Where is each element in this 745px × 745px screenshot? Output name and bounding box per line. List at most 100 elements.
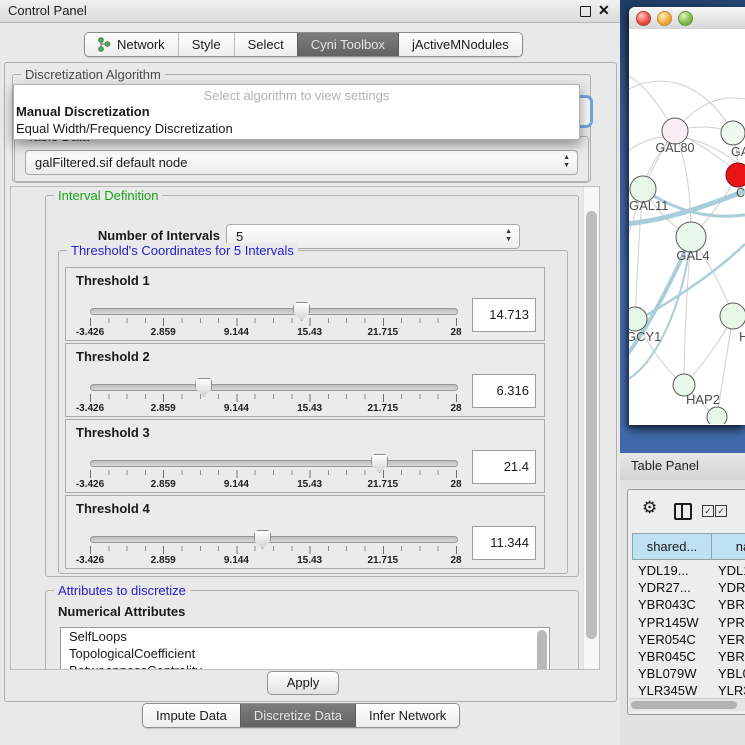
threshold-2-slider[interactable]: -3.4262.859 9.14415.43 21.71528 <box>90 380 456 414</box>
tab-impute-data[interactable]: Impute Data <box>143 704 240 727</box>
list-item[interactable]: BetweennessCentrality <box>61 662 549 670</box>
tab-discretize-data[interactable]: Discretize Data <box>240 704 355 727</box>
tab-style-label: Style <box>192 33 221 56</box>
slider-track[interactable] <box>90 308 458 315</box>
list-item[interactable]: TopologicalCoefficient <box>61 645 549 662</box>
node-label: GAL11 <box>629 198 669 213</box>
node-red[interactable] <box>726 163 745 187</box>
table-row[interactable]: YER054CYER0 <box>632 631 745 648</box>
panel-titlebar: Control Panel <box>0 0 620 23</box>
tab-style[interactable]: Style <box>178 33 234 56</box>
network-window-titlebar[interactable] <box>629 7 745 30</box>
node-top-right[interactable] <box>721 121 745 145</box>
table-row[interactable]: YBL079WYBL0 <box>632 665 745 682</box>
close-icon[interactable]: ✕ <box>598 2 610 19</box>
network-icon <box>98 37 111 52</box>
threshold-3-label: Threshold 3 <box>76 425 150 440</box>
control-panel-window: Control Panel ✕ Network Style Select Cyn… <box>0 0 745 745</box>
settings-scroll-pane: Interval Definition Number of Intervals … <box>10 186 600 670</box>
tab-discretize-label: Discretize Data <box>254 704 342 727</box>
tab-cyni-toolbox[interactable]: Cyni Toolbox <box>297 33 398 56</box>
node-bottom[interactable] <box>707 407 727 424</box>
threshold-4-value[interactable]: 11.344 <box>472 526 536 560</box>
slider-major-ticks <box>90 546 457 554</box>
threshold-1-value[interactable]: 14.713 <box>472 298 536 332</box>
tab-select-label: Select <box>248 33 284 56</box>
table-data-value: galFiltered.sif default node <box>35 155 187 170</box>
checkbox-icon[interactable]: ✓ <box>715 505 727 517</box>
network-canvas[interactable]: GAL80 GA C GAL11 GAL4 GCY1 H HAP2 <box>629 29 745 424</box>
interval-definition-title: Interval Definition <box>54 188 162 203</box>
node-right-mid[interactable] <box>720 303 745 329</box>
table-scrollbar-thumb[interactable] <box>631 701 737 709</box>
settings-scrollbar-thumb[interactable] <box>586 211 597 639</box>
numerical-attributes-list[interactable]: SelfLoops TopologicalCoefficient Between… <box>60 627 550 670</box>
minimize-traffic-light[interactable] <box>657 11 672 26</box>
tab-network[interactable]: Network <box>85 33 178 56</box>
network-desktop-background: GAL80 GA C GAL11 GAL4 GCY1 H HAP2 <box>620 0 745 453</box>
node-label: GAL4 <box>676 248 709 263</box>
gear-icon[interactable]: ⚙ <box>642 498 657 518</box>
threshold-coordinates-title: Threshold's Coordinates for 5 Intervals <box>67 243 298 258</box>
combo-spinner-icon[interactable]: ▲▼ <box>505 228 512 244</box>
threshold-1-slider[interactable]: -3.4262.859 9.14415.43 21.71528 <box>90 304 456 338</box>
table-row[interactable]: YPR145WYPR1 <box>632 614 745 631</box>
threshold-4-label: Threshold 4 <box>76 501 150 516</box>
slider-major-ticks <box>90 470 457 478</box>
network-window[interactable]: GAL80 GA C GAL11 GAL4 GCY1 H HAP2 <box>629 7 745 425</box>
zoom-traffic-light[interactable] <box>678 11 693 26</box>
table-row[interactable]: YBR045CYBR0 <box>632 648 745 665</box>
column-header-name[interactable]: na <box>711 533 745 560</box>
table-row[interactable]: YLR345WYLR3 <box>632 682 745 698</box>
slider-major-ticks <box>90 318 457 326</box>
threshold-2-panel: Threshold 2 -3.4262.859 9.14415.43 21.71… <box>65 343 545 417</box>
threshold-1-panel: Threshold 1 -3.4262.859 9.14415.43 21.71… <box>65 267 545 341</box>
table-panel-title: Table Panel <box>631 458 699 473</box>
apply-button[interactable]: Apply <box>267 671 339 695</box>
slider-track[interactable] <box>90 536 458 543</box>
tab-infer-network[interactable]: Infer Network <box>355 704 459 727</box>
tab-impute-label: Impute Data <box>156 704 227 727</box>
table-data-combo[interactable]: galFiltered.sif default node ▲▼ <box>25 150 578 175</box>
panel-title: Control Panel <box>8 3 87 18</box>
node-label: HAP2 <box>686 392 720 407</box>
threshold-3-slider[interactable]: -3.4262.859 9.14415.43 21.71528 <box>90 456 456 490</box>
close-traffic-light[interactable] <box>636 11 651 26</box>
algorithm-popup-hint: Select algorithm to view settings <box>14 88 579 103</box>
node-label: H <box>739 329 745 344</box>
float-window-icon[interactable] <box>580 6 591 17</box>
algorithm-dropdown-popup: Select algorithm to view settings Manual… <box>13 84 580 140</box>
threshold-3-value[interactable]: 21.4 <box>472 450 536 484</box>
network-nodes[interactable] <box>629 118 745 424</box>
slider-track[interactable] <box>90 460 458 467</box>
table-panel-area: ⚙ ✓ ✓ shared... na YDL19...YDL1 YDR27...… <box>620 480 745 745</box>
node-table: ⚙ ✓ ✓ shared... na YDL19...YDL1 YDR27...… <box>627 489 745 715</box>
combo-spinner-icon[interactable]: ▲▼ <box>563 154 570 170</box>
list-scrollbar[interactable] <box>537 630 547 670</box>
tab-jactivemnodules[interactable]: jActiveMNodules <box>398 33 522 56</box>
table-row[interactable]: YDL19...YDL1 <box>632 562 745 579</box>
tab-infer-label: Infer Network <box>369 704 446 727</box>
tab-jactive-label: jActiveMNodules <box>412 33 509 56</box>
list-item[interactable]: SelfLoops <box>61 628 549 645</box>
threshold-2-value[interactable]: 6.316 <box>472 374 536 408</box>
threshold-4-slider[interactable]: -3.4262.859 9.14415.43 21.71528 <box>90 532 456 566</box>
threshold-3-panel: Threshold 3 -3.4262.859 9.14415.43 21.71… <box>65 419 545 493</box>
threshold-2-label: Threshold 2 <box>76 349 150 364</box>
table-horizontal-scrollbar[interactable] <box>629 698 745 711</box>
slider-track[interactable] <box>90 384 458 391</box>
column-header-shared[interactable]: shared... <box>632 533 712 560</box>
table-row[interactable]: YBR043CYBR0 <box>632 596 745 613</box>
split-columns-icon[interactable] <box>674 503 692 520</box>
checkbox-icon[interactable]: ✓ <box>702 505 714 517</box>
settings-scrollbar[interactable] <box>583 187 599 669</box>
table-body[interactable]: YDL19...YDL1 YDR27...YDR2 YBR043CYBR0 YP… <box>632 562 745 698</box>
discretization-algorithm-title: Discretization Algorithm <box>21 67 165 82</box>
slider-tick-labels: -3.4262.859 9.14415.43 21.71528 <box>90 479 456 491</box>
numerical-attributes-label: Numerical Attributes <box>58 604 185 619</box>
algorithm-option-equal-width[interactable]: Equal Width/Frequency Discretization <box>16 121 233 136</box>
algorithm-option-manual[interactable]: Manual Discretization <box>16 104 150 119</box>
tab-select[interactable]: Select <box>234 33 297 56</box>
slider-tick-labels: -3.4262.859 9.14415.43 21.71528 <box>90 403 456 415</box>
table-row[interactable]: YDR27...YDR2 <box>632 579 745 596</box>
